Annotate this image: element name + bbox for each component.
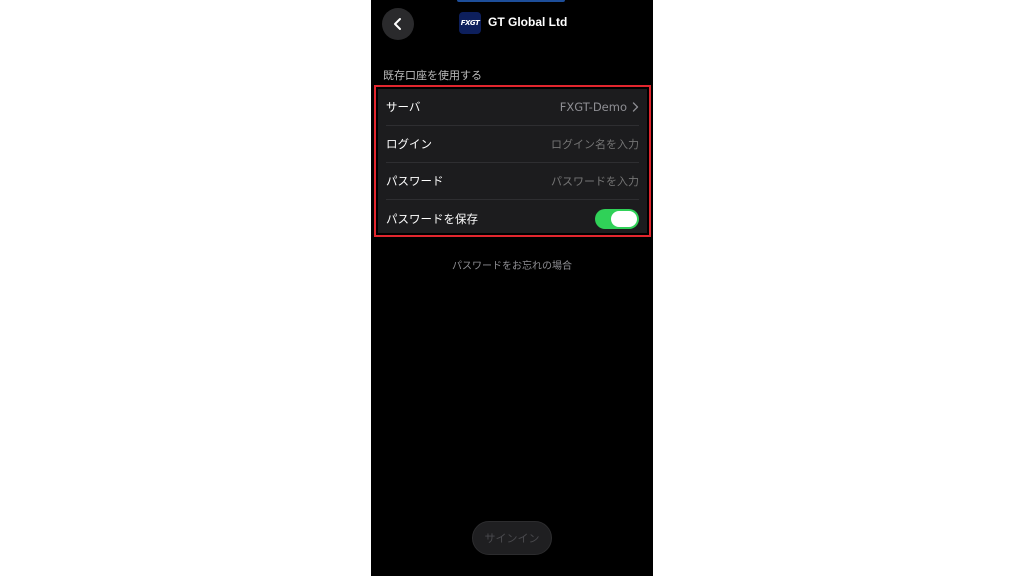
- login-form: サーバ FXGT-Demo ログイン パスワード パスワードを保存: [378, 89, 647, 233]
- broker-logo-text: FXGT: [460, 19, 480, 27]
- chevron-right-icon: [632, 102, 639, 112]
- login-label: ログイン: [386, 137, 432, 151]
- login-row: ログイン: [386, 126, 639, 163]
- forgot-password-link[interactable]: パスワードをお忘れの場合: [371, 257, 653, 272]
- sign-in-button[interactable]: サインイン: [472, 521, 552, 555]
- top-accent-bar: [457, 0, 565, 2]
- password-label: パスワード: [386, 174, 444, 188]
- password-input[interactable]: [509, 174, 639, 188]
- broker-name: GT Global Ltd: [488, 15, 568, 29]
- phone-screen: FXGT GT Global Ltd 既存口座を使用する サーバ FXGT-De…: [371, 0, 653, 576]
- section-label: 既存口座を使用する: [383, 69, 482, 82]
- back-button[interactable]: [382, 8, 414, 40]
- toggle-knob: [611, 210, 637, 227]
- server-value: FXGT-Demo: [559, 100, 627, 114]
- server-row[interactable]: サーバ FXGT-Demo: [386, 89, 639, 126]
- password-row: パスワード: [386, 163, 639, 200]
- chevron-left-icon: [394, 18, 401, 30]
- login-form-highlight: サーバ FXGT-Demo ログイン パスワード パスワードを保存: [374, 85, 651, 237]
- save-password-label: パスワードを保存: [386, 211, 478, 226]
- broker-logo: FXGT: [459, 12, 481, 34]
- server-label: サーバ: [386, 100, 421, 114]
- login-input[interactable]: [509, 137, 639, 151]
- save-password-toggle[interactable]: [595, 208, 639, 229]
- server-value-wrap: FXGT-Demo: [560, 100, 639, 114]
- save-password-row: パスワードを保存: [386, 200, 639, 237]
